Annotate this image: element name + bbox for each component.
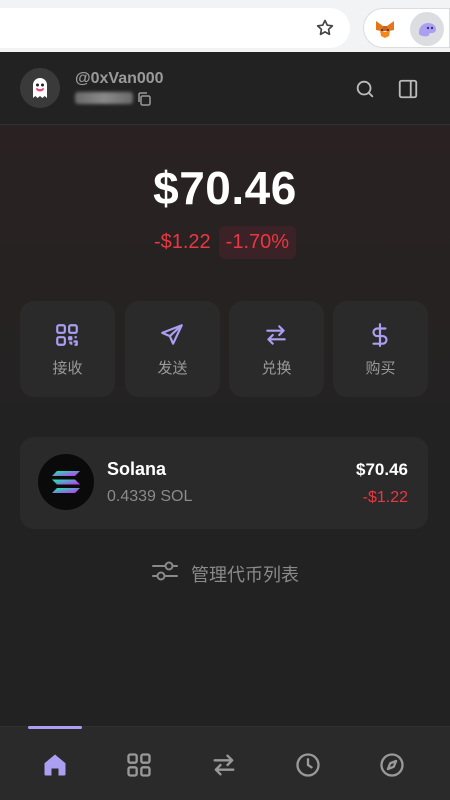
receive-label: 接收 — [52, 360, 83, 377]
address-bar[interactable] — [0, 8, 350, 48]
swap-button[interactable]: 兑换 — [229, 301, 324, 397]
manage-token-list-label: 管理代币列表 — [191, 564, 299, 585]
balance-change: -$1.22 -1.70% — [0, 226, 450, 259]
token-amount: 0.4339 SOL — [107, 488, 193, 505]
buy-label: 购买 — [365, 360, 396, 377]
swap-nav-icon[interactable] — [208, 749, 240, 781]
balance-change-percent: -1.70% — [218, 226, 297, 259]
token-row-solana[interactable]: Solana 0.4339 SOL $70.46 -$1.22 — [20, 437, 428, 529]
home-icon[interactable] — [39, 749, 71, 781]
token-value: $70.46 — [356, 460, 408, 479]
send-button[interactable]: 发送 — [125, 301, 220, 397]
balance-change-amount: -$1.22 — [153, 231, 211, 253]
extensions-group — [363, 8, 450, 48]
metamask-fox-icon[interactable] — [372, 16, 398, 42]
wallet-address-redacted — [75, 92, 133, 104]
history-icon[interactable] — [292, 749, 324, 781]
swap-icon — [262, 321, 290, 349]
swap-label: 兑换 — [261, 360, 292, 377]
send-label: 发送 — [157, 360, 188, 377]
solana-logo-icon — [38, 454, 94, 510]
buy-button[interactable]: 购买 — [333, 301, 428, 397]
token-name: Solana — [107, 459, 167, 479]
wallet-popup: @0xVan000 $70.46 -$1.22 -1.70% 接收 发送 兑换 … — [0, 52, 450, 800]
apps-grid-icon[interactable] — [123, 749, 155, 781]
total-balance: $70.46 — [153, 162, 297, 214]
qr-code-icon — [53, 321, 81, 349]
active-tab-indicator — [28, 726, 82, 729]
dollar-icon — [366, 321, 394, 349]
manage-token-list-button[interactable]: 管理代币列表 — [0, 559, 450, 588]
account-name[interactable]: @0xVan000 — [75, 70, 164, 88]
wallet-header: @0xVan000 — [0, 52, 450, 125]
sliders-icon — [151, 559, 179, 588]
browser-toolbar — [0, 0, 450, 52]
bookmark-star-icon[interactable] — [314, 17, 336, 39]
copy-icon[interactable] — [136, 91, 152, 107]
account-avatar[interactable] — [20, 68, 60, 108]
token-change: -$1.22 — [362, 489, 408, 506]
phantom-ghost-icon[interactable] — [410, 12, 444, 46]
search-icon[interactable] — [354, 78, 376, 100]
wallet-home: $70.46 -$1.22 -1.70% 接收 发送 兑换 购买 Solana … — [0, 125, 450, 725]
sidebar-toggle-icon[interactable] — [397, 78, 419, 100]
action-buttons: 接收 发送 兑换 购买 — [20, 301, 428, 397]
explore-compass-icon[interactable] — [376, 749, 408, 781]
receive-button[interactable]: 接收 — [20, 301, 115, 397]
send-icon — [158, 321, 186, 349]
bottom-navigation — [0, 726, 450, 800]
